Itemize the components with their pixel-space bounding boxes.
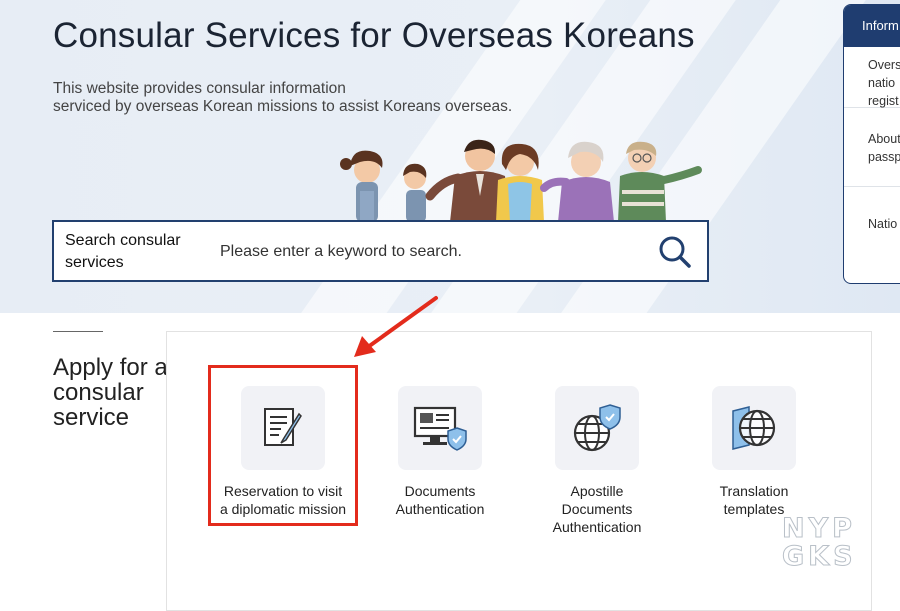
service-icon-tile <box>712 386 796 470</box>
search-icon[interactable] <box>657 234 693 270</box>
search-input[interactable] <box>218 236 652 268</box>
globe-shield-icon <box>573 404 621 452</box>
annotation-arrow-icon <box>354 296 438 357</box>
computer-shield-icon <box>413 406 467 451</box>
search-label: Search consular services <box>65 232 181 271</box>
family-illustration <box>340 139 702 222</box>
service-apostille-authentication[interactable]: Apostille Documents Authentication <box>522 386 672 536</box>
service-translation-templates[interactable]: Translation templates <box>679 386 829 518</box>
description-line-1: This website provides consular informati… <box>53 80 346 97</box>
description-line-2: serviced by overseas Korean missions to … <box>53 98 513 115</box>
service-label: Documents Authentication <box>395 483 485 517</box>
apply-section-heading: Apply for a consular service <box>53 354 168 431</box>
page-description: This website provides consular informati… <box>53 80 573 116</box>
consular-search-bar: Search consular services <box>52 220 709 282</box>
information-panel: Inform Overs natio regist About passp Na… <box>843 4 900 284</box>
hero-banner: Consular Services for Overseas Koreans T… <box>0 0 900 313</box>
service-icon-tile <box>555 386 639 470</box>
service-icon-tile <box>398 386 482 470</box>
annotation-highlight-box <box>208 365 358 526</box>
watermark-logo: NYP GKS <box>782 513 857 572</box>
service-documents-authentication[interactable]: Documents Authentication <box>365 386 515 518</box>
info-item-overseas-registration[interactable]: Overs natio regist <box>844 47 900 108</box>
page-title: Consular Services for Overseas Koreans <box>53 16 695 55</box>
info-item-passport[interactable]: About passp <box>844 108 900 187</box>
service-label: Apostille Documents Authentication <box>552 483 642 535</box>
globe-translation-icon <box>732 406 776 450</box>
section-divider <box>53 331 103 332</box>
information-panel-header: Inform <box>844 5 900 47</box>
info-item-nationality[interactable]: Natio <box>844 187 900 248</box>
